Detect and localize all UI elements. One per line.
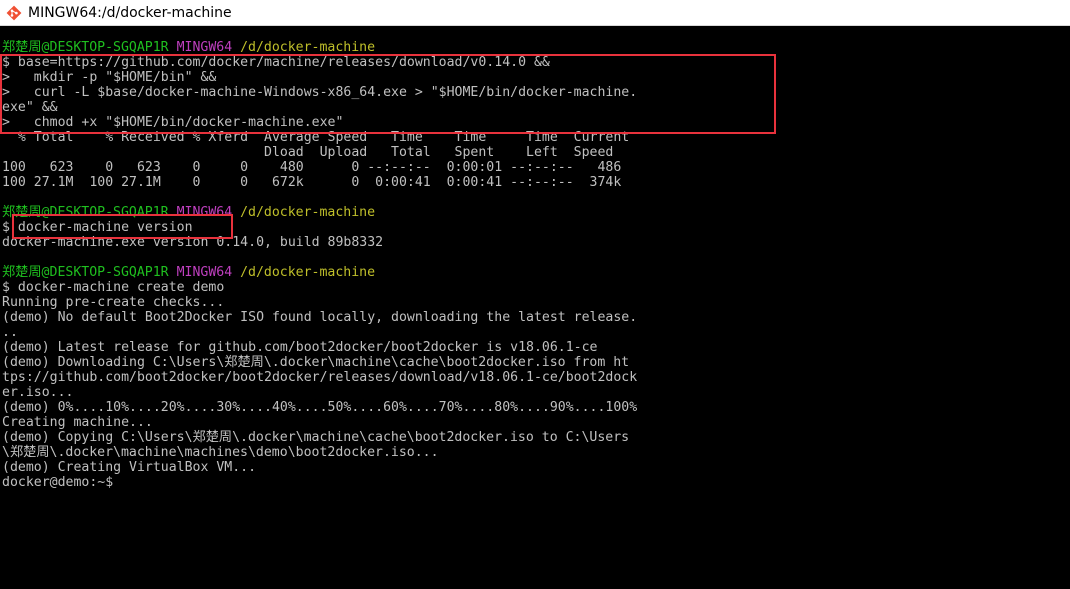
output-line: $ docker-machine create demo [2, 280, 225, 295]
output-line: (demo) Creating VirtualBox VM... [2, 460, 257, 475]
output-line: $ docker-machine version [2, 220, 193, 235]
output-line: $ base=https://github.com/docker/machine… [2, 55, 550, 70]
output-line: tps://github.com/boot2docker/boot2docker… [2, 370, 638, 385]
prompt-line: 郑楚周@DESKTOP-SGQAP1R MINGW64 /d/docker-ma… [2, 205, 1068, 220]
output-line: \郑楚周\.docker\machine\machines\demo\boot2… [2, 445, 439, 460]
terminal-output[interactable]: 郑楚周@DESKTOP-SGQAP1R MINGW64 /d/docker-ma… [2, 40, 1068, 589]
output-line: .. [2, 325, 18, 340]
output-line: (demo) Copying C:\Users\郑楚周\.docker\mach… [2, 430, 630, 445]
prompt-path: /d/docker-machine [240, 205, 376, 220]
prompt-env: MINGW64 [176, 205, 233, 220]
output-line: (demo) No default Boot2Docker ISO found … [2, 310, 638, 325]
title-bar[interactable]: MINGW64:/d/docker-machine [0, 0, 1070, 26]
output-line: % Total % Received % Xferd Average Speed… [2, 130, 630, 145]
output-line: docker@demo:~$ [2, 475, 114, 490]
output-line: er.iso... [2, 385, 74, 400]
terminal-window: MINGW64:/d/docker-machine 郑楚周@DESKTOP-SG… [0, 0, 1070, 589]
output-line: (demo) Downloading C:\Users\郑楚周\.docker\… [2, 355, 630, 370]
prompt-user-host: 郑楚周@DESKTOP-SGQAP1R [2, 40, 169, 55]
prompt-path: /d/docker-machine [240, 40, 376, 55]
output-line: Creating machine... [2, 415, 153, 430]
output-line: (demo) Latest release for github.com/boo… [2, 340, 598, 355]
prompt-user-host: 郑楚周@DESKTOP-SGQAP1R [2, 265, 169, 280]
prompt-line: 郑楚周@DESKTOP-SGQAP1R MINGW64 /d/docker-ma… [2, 265, 1068, 280]
output-line: > chmod +x "$HOME/bin/docker-machine.exe… [2, 115, 344, 130]
output-line: docker-machine.exe version 0.14.0, build… [2, 235, 384, 250]
output-line: Dload Upload Total Spent Left Speed [2, 145, 614, 160]
output-line: (demo) 0%....10%....20%....30%....40%...… [2, 400, 638, 415]
output-line: exe" && [2, 100, 58, 115]
output-line: Running pre-create checks... [2, 295, 225, 310]
prompt-env: MINGW64 [176, 40, 233, 55]
output-line: 100 623 0 623 0 0 480 0 --:--:-- 0:00:01… [2, 160, 622, 175]
prompt-env: MINGW64 [176, 265, 233, 280]
prompt-line: 郑楚周@DESKTOP-SGQAP1R MINGW64 /d/docker-ma… [2, 40, 1068, 55]
output-line: > curl -L $base/docker-machine-Windows-x… [2, 85, 638, 100]
output-line: > mkdir -p "$HOME/bin" && [2, 70, 217, 85]
prompt-path: /d/docker-machine [240, 265, 376, 280]
window-title: MINGW64:/d/docker-machine [28, 5, 232, 21]
git-bash-icon [6, 5, 22, 21]
prompt-user-host: 郑楚周@DESKTOP-SGQAP1R [2, 205, 169, 220]
output-line: 100 27.1M 100 27.1M 0 0 672k 0 0:00:41 0… [2, 175, 622, 190]
